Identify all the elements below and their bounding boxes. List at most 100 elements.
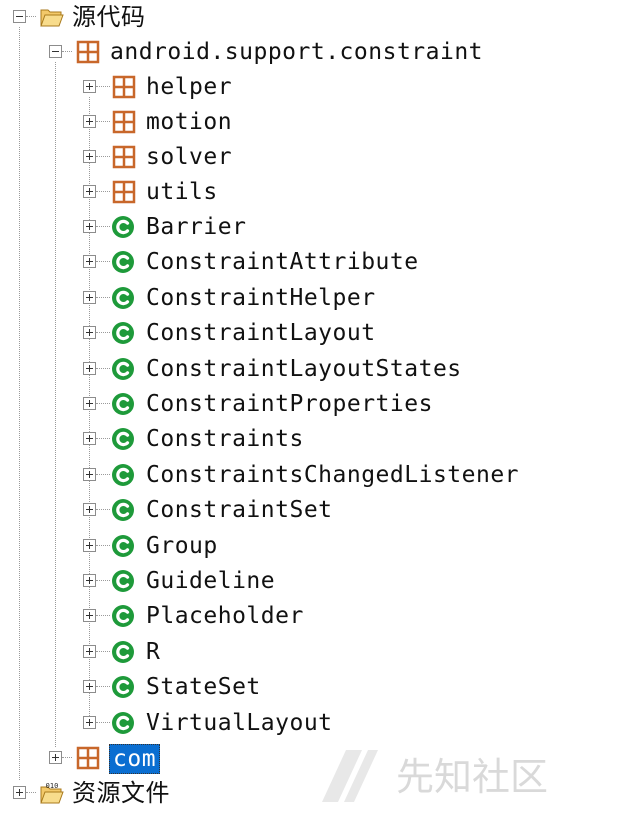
tree-node-label: motion — [146, 109, 233, 135]
tree-node-class[interactable]: Placeholder — [0, 599, 640, 634]
tree-node-source-root[interactable]: 源代码 — [0, 0, 640, 35]
tree-node-package-com[interactable]: com — [0, 741, 640, 776]
tree-node-class[interactable]: R — [0, 635, 640, 670]
class-icon — [112, 358, 134, 380]
class-icon — [112, 605, 134, 627]
class-icon — [112, 216, 134, 238]
expand-toggle[interactable] — [83, 326, 96, 339]
project-tree: 源代码 android.support.constraint helper mo… — [0, 0, 640, 813]
tree-node-class[interactable]: ConstraintsChangedListener — [0, 458, 640, 493]
tree-connector — [96, 191, 110, 192]
tree-node-class[interactable]: ConstraintProperties — [0, 387, 640, 422]
tree-connector — [96, 297, 110, 298]
expand-toggle[interactable] — [83, 220, 96, 233]
tree-connector — [96, 438, 110, 439]
collapse-toggle[interactable] — [49, 45, 62, 58]
expand-toggle[interactable] — [83, 680, 96, 693]
tree-node-label: ConstraintAttribute — [146, 249, 419, 275]
tree-node-class[interactable]: StateSet — [0, 670, 640, 705]
tree-node-label: Constraints — [146, 426, 304, 452]
tree-node-label: ConstraintLayout — [146, 320, 376, 346]
expand-toggle[interactable] — [83, 150, 96, 163]
tree-node-package-constraint[interactable]: android.support.constraint — [0, 35, 640, 70]
tree-node-package-motion[interactable]: motion — [0, 105, 640, 140]
tree-node-label: helper — [146, 74, 233, 100]
folder-open-icon — [40, 9, 64, 27]
tree-connector — [96, 474, 110, 475]
package-icon — [112, 145, 136, 169]
class-icon — [112, 287, 134, 309]
tree-node-class[interactable]: ConstraintHelper — [0, 281, 640, 316]
folder-binary-icon: 010 — [40, 782, 64, 804]
expand-toggle[interactable] — [83, 609, 96, 622]
expand-toggle[interactable] — [13, 786, 26, 799]
tree-connector — [96, 156, 110, 157]
tree-node-label: Barrier — [146, 214, 247, 240]
collapse-toggle[interactable] — [13, 10, 26, 23]
expand-toggle[interactable] — [83, 255, 96, 268]
expand-toggle[interactable] — [83, 645, 96, 658]
tree-node-class[interactable]: VirtualLayout — [0, 706, 640, 741]
expand-toggle[interactable] — [83, 185, 96, 198]
tree-node-label: ConstraintHelper — [146, 285, 376, 311]
package-icon — [76, 40, 100, 64]
expand-toggle[interactable] — [83, 468, 96, 481]
expand-toggle[interactable] — [83, 115, 96, 128]
expand-toggle[interactable] — [83, 432, 96, 445]
svg-text:010: 010 — [46, 782, 59, 790]
tree-node-label: 源代码 — [72, 3, 146, 31]
tree-connector — [96, 86, 110, 87]
package-icon — [112, 75, 136, 99]
tree-node-class[interactable]: Guideline — [0, 564, 640, 599]
tree-node-label: android.support.constraint — [110, 39, 484, 65]
expand-toggle[interactable] — [83, 362, 96, 375]
tree-connector — [96, 615, 110, 616]
expand-toggle[interactable] — [83, 503, 96, 516]
package-icon — [76, 746, 100, 770]
tree-connector — [96, 722, 110, 723]
expand-toggle[interactable] — [83, 397, 96, 410]
tree-node-package-utils[interactable]: utils — [0, 175, 640, 210]
tree-node-label: Guideline — [146, 568, 276, 594]
tree-connector — [96, 261, 110, 262]
class-icon — [112, 570, 134, 592]
tree-node-package-solver[interactable]: solver — [0, 140, 640, 175]
tree-connector — [96, 403, 110, 404]
tree-node-class[interactable]: ConstraintLayoutStates — [0, 352, 640, 387]
tree-node-resources[interactable]: 010 资源文件 — [0, 776, 640, 811]
tree-node-class[interactable]: ConstraintLayout — [0, 316, 640, 351]
tree-node-label: solver — [146, 144, 233, 170]
tree-node-label: R — [146, 639, 161, 665]
expand-toggle[interactable] — [83, 716, 96, 729]
tree-connector — [96, 545, 110, 546]
tree-node-label: ConstraintsChangedListener — [146, 462, 520, 488]
class-icon — [112, 676, 134, 698]
tree-node-package-helper[interactable]: helper — [0, 70, 640, 105]
tree-connector — [96, 686, 110, 687]
expand-toggle[interactable] — [83, 539, 96, 552]
tree-connector — [96, 509, 110, 510]
tree-node-label: StateSet — [146, 674, 261, 700]
tree-connector — [96, 580, 110, 581]
tree-node-label: ConstraintSet — [146, 497, 333, 523]
tree-connector — [26, 792, 36, 793]
tree-node-label: ConstraintProperties — [146, 391, 433, 417]
tree-node-class[interactable]: ConstraintSet — [0, 493, 640, 528]
package-icon — [112, 110, 136, 134]
expand-toggle[interactable] — [83, 574, 96, 587]
expand-toggle[interactable] — [49, 751, 62, 764]
tree-node-label: Group — [146, 533, 218, 559]
tree-node-class[interactable]: Barrier — [0, 210, 640, 245]
class-icon — [112, 322, 134, 344]
expand-toggle[interactable] — [83, 291, 96, 304]
tree-node-class[interactable]: Group — [0, 529, 640, 564]
tree-node-label: ConstraintLayoutStates — [146, 356, 462, 382]
class-icon — [112, 499, 134, 521]
class-icon — [112, 464, 134, 486]
tree-node-label: 资源文件 — [72, 779, 170, 807]
tree-node-class[interactable]: Constraints — [0, 422, 640, 457]
expand-toggle[interactable] — [83, 80, 96, 93]
class-icon — [112, 251, 134, 273]
tree-connector — [96, 368, 110, 369]
tree-node-class[interactable]: ConstraintAttribute — [0, 245, 640, 280]
